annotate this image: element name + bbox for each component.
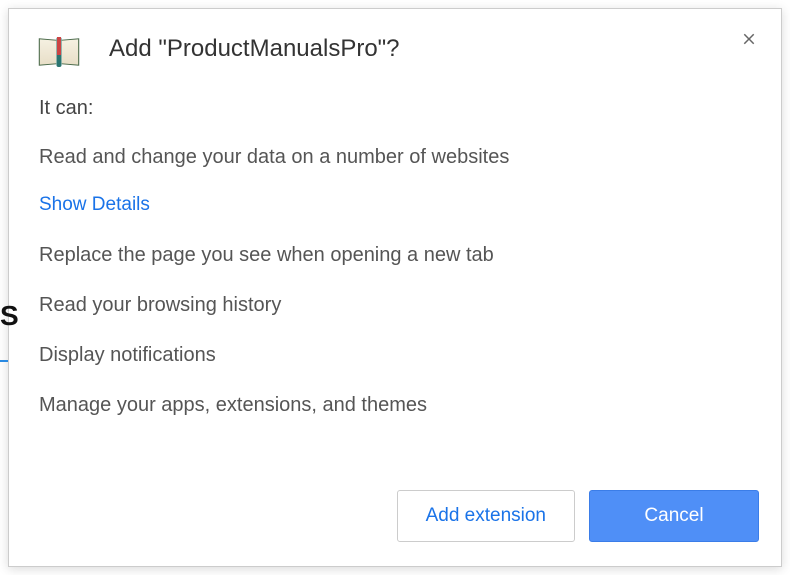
extension-install-dialog: Add "ProductManualsPro"? It can: Read an… (8, 8, 782, 567)
dialog-body: It can: Read and change your data on a n… (9, 77, 781, 480)
permissions-intro: It can: (39, 97, 751, 120)
cancel-button[interactable]: Cancel (589, 490, 759, 542)
dialog-title: Add "ProductManualsPro"? (109, 35, 400, 63)
permission-item: Read your browsing history (39, 292, 751, 318)
close-icon (740, 30, 758, 48)
dialog-header: Add "ProductManualsPro"? (9, 9, 781, 77)
close-button[interactable] (737, 27, 761, 51)
permission-item: Read and change your data on a number of… (39, 144, 751, 170)
permission-item: Manage your apps, extensions, and themes (39, 392, 751, 418)
permission-item: Replace the page you see when opening a … (39, 242, 751, 268)
extension-book-icon (39, 37, 79, 67)
background-fragment-line (0, 360, 8, 362)
add-extension-button[interactable]: Add extension (397, 490, 575, 542)
background-fragment: S (0, 300, 19, 332)
show-details-link[interactable]: Show Details (39, 194, 150, 216)
dialog-footer: Add extension Cancel (9, 480, 781, 566)
permission-item: Display notifications (39, 342, 751, 368)
